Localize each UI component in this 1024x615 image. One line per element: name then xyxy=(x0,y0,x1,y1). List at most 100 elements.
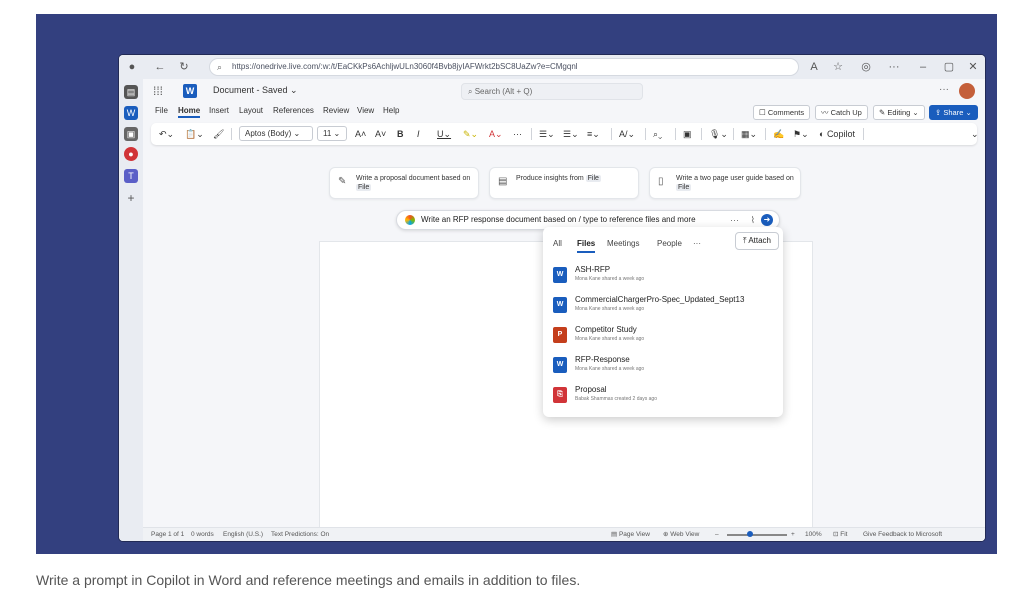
tab-meetings[interactable]: Meetings xyxy=(607,239,639,248)
refresh-icon[interactable]: ↻ xyxy=(177,59,191,75)
document-title[interactable]: Document - Saved ⌄ xyxy=(213,85,298,96)
find-icon[interactable]: ⌕⌄ xyxy=(653,127,662,141)
catch-up-label: Catch Up xyxy=(830,108,862,117)
sensitivity-icon[interactable]: ⚑⌄ xyxy=(793,127,809,141)
tab-icon-1[interactable]: ▤ xyxy=(124,85,138,99)
copilot-button[interactable]: ◐ Copilot xyxy=(819,127,855,141)
format-painter-icon[interactable]: 🖌 xyxy=(213,127,224,141)
feedback-link[interactable]: Give Feedback to Microsoft xyxy=(863,528,942,541)
maximize-button[interactable]: ▢ xyxy=(943,59,955,75)
menu-references[interactable]: References xyxy=(273,106,314,115)
zoom-in-button[interactable]: + xyxy=(791,528,795,541)
word-file-icon: W xyxy=(553,267,567,283)
new-tab-icon[interactable]: + xyxy=(124,191,138,205)
menu-file[interactable]: File xyxy=(155,106,168,115)
browser-window: ● ← ↻ ⌕ https://onedrive.live.com/:w:/t/… xyxy=(119,55,985,541)
align-icon[interactable]: ≡⌄ xyxy=(587,127,600,141)
file-name: ASH-RFP xyxy=(575,265,611,274)
zoom-slider[interactable] xyxy=(727,534,787,536)
zoom-level[interactable]: 100% xyxy=(805,528,822,541)
word-logo-icon: W xyxy=(183,84,197,98)
catch-up-button[interactable]: 〰 Catch Up xyxy=(815,105,868,120)
zoom-out-button[interactable]: – xyxy=(715,528,719,541)
suggestion-card[interactable]: ▯ Write a two page user guide based on F… xyxy=(649,167,801,199)
suggestion-card[interactable]: ✎ Write a proposal document based on Fil… xyxy=(329,167,479,199)
status-bar: Page 1 of 1 0 words English (U.S.) Text … xyxy=(143,527,985,541)
comments-button[interactable]: ☐ Comments xyxy=(753,105,811,120)
tab-more[interactable]: ··· xyxy=(693,239,701,248)
ribbon-toolbar: ↶⌄ 📋⌄ 🖌 Aptos (Body) ⌄ 11 ⌄ A˄ A˅ B I U⌄… xyxy=(151,123,979,145)
bold-icon[interactable]: B xyxy=(397,127,404,141)
grow-font-icon[interactable]: A˄ xyxy=(355,127,366,141)
page-view-button[interactable]: ▤ Page View xyxy=(611,528,650,541)
browser-more-button[interactable]: ··· xyxy=(887,59,901,75)
address-bar[interactable]: ⌕ https://onedrive.live.com/:w:/t/EaCKkP… xyxy=(209,58,799,76)
app-launcher-icon[interactable]: ⁞⁞⁞ xyxy=(153,84,163,98)
favorite-icon[interactable]: ☆ xyxy=(831,59,845,75)
list-item[interactable]: W ASH-RFP Mona Kane shared a week ago xyxy=(549,263,777,291)
divider xyxy=(733,128,734,140)
search-input[interactable]: ⌕ Search (Alt + Q) xyxy=(461,83,643,100)
ribbon-collapse-icon[interactable]: ⌄ xyxy=(971,127,979,141)
tab-all[interactable]: All xyxy=(553,239,562,248)
fit-button[interactable]: ⊡ Fit xyxy=(833,528,848,541)
menu-review[interactable]: Review xyxy=(323,106,349,115)
profile-icon[interactable]: ● xyxy=(125,59,139,75)
suggestion-text: Produce insights from xyxy=(516,175,584,182)
attach-button[interactable]: ⤒ Attach xyxy=(734,232,779,250)
list-item[interactable]: W CommercialChargerPro-Spec_Updated_Sept… xyxy=(549,293,777,321)
undo-icon[interactable]: ↶⌄ xyxy=(159,127,174,141)
tab-files[interactable]: Files xyxy=(577,239,596,253)
text-predictions[interactable]: Text Predictions: On xyxy=(271,528,329,541)
menu-home[interactable]: Home xyxy=(178,106,201,118)
bullets-icon[interactable]: ☰⌄ xyxy=(539,127,555,141)
suggestion-text: Write a two page user guide based on xyxy=(676,175,794,182)
back-arrow-icon[interactable]: ← xyxy=(153,59,167,75)
editor-icon[interactable]: ✍ xyxy=(773,127,784,141)
search-icon: ⌕ xyxy=(468,87,475,96)
shrink-font-icon[interactable]: A˅ xyxy=(375,127,386,141)
web-view-button[interactable]: ⊕ Web View xyxy=(663,528,699,541)
minimize-button[interactable]: – xyxy=(917,59,929,75)
designer-icon[interactable]: ▣ xyxy=(683,127,692,141)
tab-icon-4[interactable]: ● xyxy=(124,147,138,161)
editing-button[interactable]: ✎ Editing ⌄ xyxy=(873,105,925,120)
list-item[interactable]: P Competitor Study Mona Kane shared a we… xyxy=(549,323,777,351)
tab-icon-teams[interactable]: T xyxy=(124,169,138,183)
font-color-icon[interactable]: A⌄ xyxy=(489,127,503,141)
document-icon: ▤ xyxy=(498,176,508,187)
language[interactable]: English (U.S.) xyxy=(223,528,263,541)
close-button[interactable]: ✕ xyxy=(967,59,979,75)
avatar[interactable] xyxy=(959,83,975,99)
divider xyxy=(611,128,612,140)
table-icon[interactable]: ▦⌄ xyxy=(741,127,757,141)
more-format-icon[interactable]: ··· xyxy=(513,127,522,141)
menu-layout[interactable]: Layout xyxy=(239,106,263,115)
italic-icon[interactable]: I xyxy=(417,127,420,141)
file-name: Competitor Study xyxy=(575,325,637,334)
list-item[interactable]: W RFP-Response Mona Kane shared a week a… xyxy=(549,353,777,381)
font-name-select[interactable]: Aptos (Body) ⌄ xyxy=(239,126,313,141)
dictate-icon[interactable]: 🎙⌄ xyxy=(709,127,728,141)
extensions-icon[interactable]: ◎ xyxy=(859,59,873,75)
styles-icon[interactable]: A/⌄ xyxy=(619,127,635,141)
list-item[interactable]: ⎘ Proposal Babak Shammas created 2 days … xyxy=(549,383,777,411)
suggestion-card[interactable]: ▤ Produce insights from File xyxy=(489,167,639,199)
tab-icon-word[interactable]: W xyxy=(124,106,138,120)
word-file-icon: W xyxy=(553,357,567,373)
tab-icon-3[interactable]: ▣ xyxy=(124,127,138,141)
underline-icon[interactable]: U⌄ xyxy=(437,127,451,141)
send-icon[interactable]: ➜ xyxy=(761,214,773,226)
share-button[interactable]: ⇪ Share ⌄ xyxy=(929,105,978,120)
numbering-icon[interactable]: ☰⌄ xyxy=(563,127,579,141)
menu-view[interactable]: View xyxy=(357,106,374,115)
font-size-select[interactable]: 11 ⌄ xyxy=(317,126,347,141)
more-options-icon[interactable]: ··· xyxy=(939,84,949,95)
menu-insert[interactable]: Insert xyxy=(209,106,229,115)
read-aloud-icon[interactable]: A xyxy=(807,59,821,75)
tab-people[interactable]: People xyxy=(657,239,682,248)
menu-help[interactable]: Help xyxy=(383,106,399,115)
paste-icon[interactable]: 📋⌄ xyxy=(185,127,204,141)
zoom-slider-handle[interactable] xyxy=(747,531,753,537)
highlight-icon[interactable]: ✎⌄ xyxy=(463,127,478,141)
